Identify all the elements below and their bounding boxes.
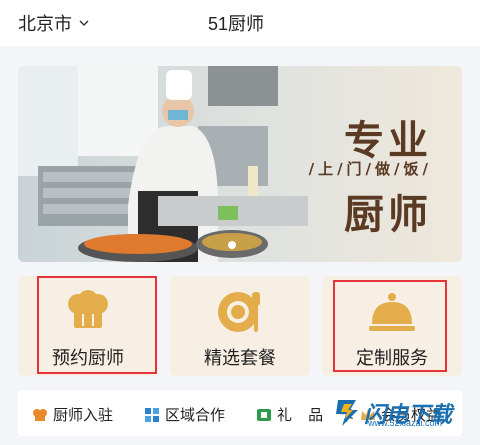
top-bar: 北京市 51厨师 <box>0 0 480 46</box>
watermark-url: www.52xiazai.com <box>368 418 443 428</box>
chef-hat-icon <box>33 408 47 421</box>
chevron-down-icon <box>79 20 89 26</box>
city-selector[interactable]: 北京市 <box>18 10 90 36</box>
city-label: 北京市 <box>18 14 72 34</box>
highlight-box-book-chef <box>37 276 157 374</box>
plate-utensils-icon <box>218 292 260 332</box>
blocks-icon <box>145 407 159 422</box>
set-meal-card[interactable]: 精选套餐 <box>170 276 310 376</box>
highlight-box-custom-service <box>333 280 447 372</box>
quick-link-label: 厨师入驻 <box>53 407 114 424</box>
quick-link-chef-join[interactable]: 厨师入驻 <box>32 404 113 425</box>
service-label: 精选套餐 <box>204 348 276 368</box>
promo-banner[interactable]: 专业 /上/门/做/饭/ 厨师 <box>18 66 462 262</box>
quick-link-regional[interactable]: 区域合作 <box>144 404 225 425</box>
site-watermark: 闪电下载 <box>334 390 464 436</box>
quick-link-label: 区域合作 <box>165 407 226 424</box>
carousel-indicator[interactable] <box>228 241 236 249</box>
banner-title-2: 厨师 <box>344 191 432 238</box>
page-title: 51厨师 <box>208 14 265 34</box>
gift-card-icon <box>257 408 271 421</box>
lightning-logo-icon <box>336 400 358 426</box>
banner-subtitle: /上/门/做/饭/ <box>308 160 432 178</box>
